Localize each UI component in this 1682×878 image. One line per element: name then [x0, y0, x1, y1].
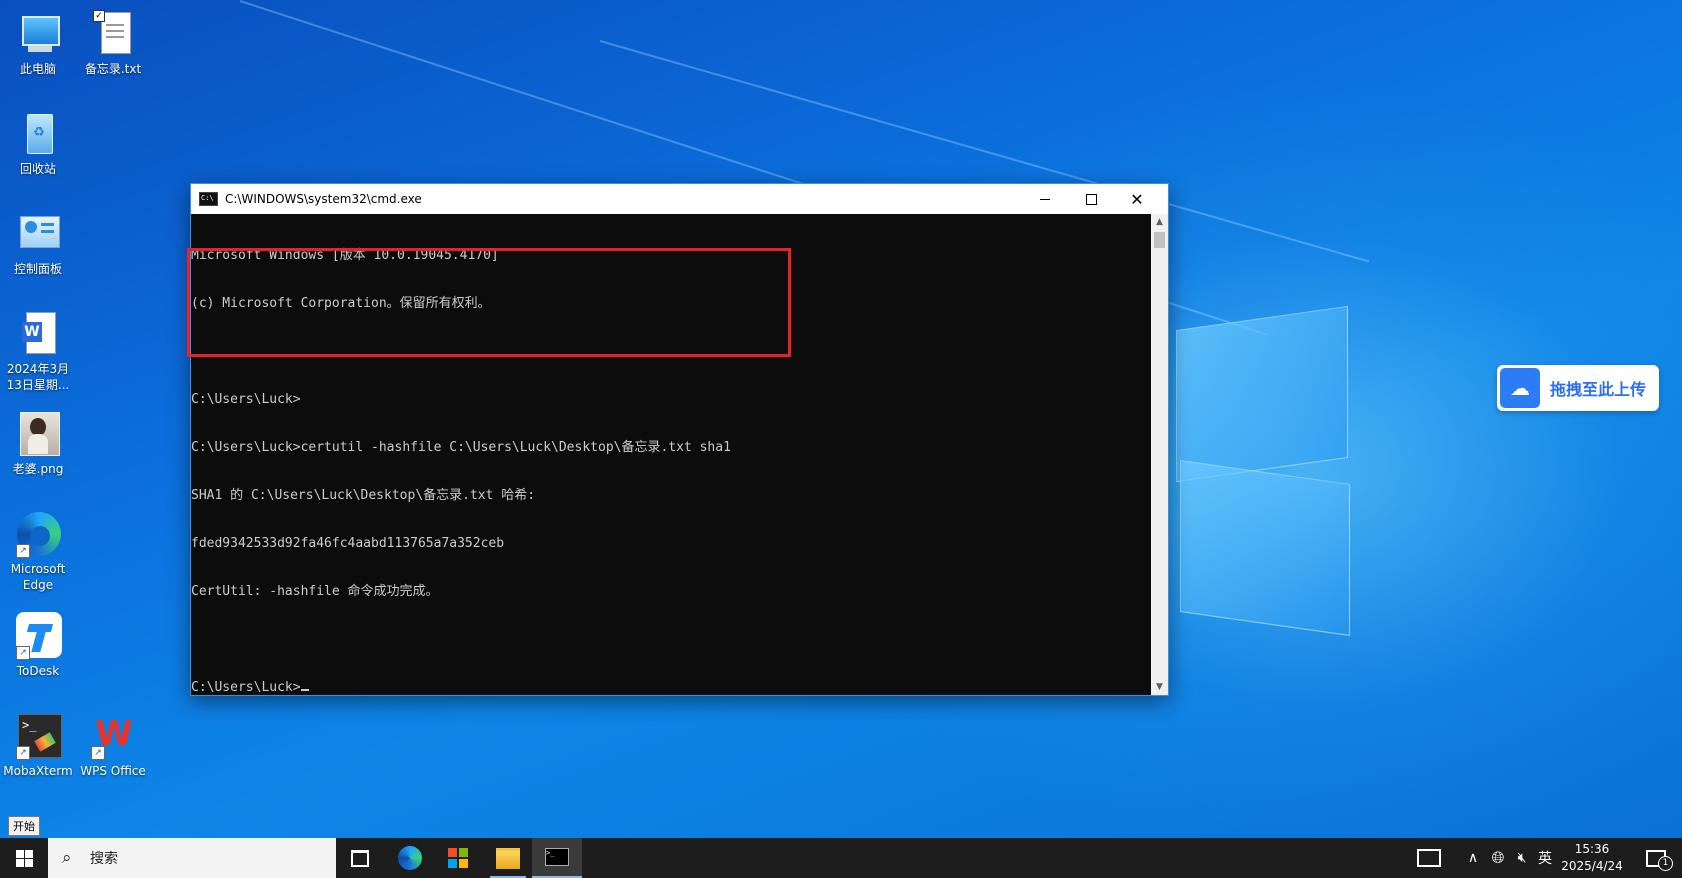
console-line: C:\Users\Luck>: [191, 392, 301, 407]
shortcut-arrow-icon: ↗: [16, 544, 30, 558]
desktop-icon-edge[interactable]: ↗ Microsoft Edge: [1, 510, 75, 593]
wallpaper-logo-pane: [1180, 460, 1350, 636]
folder-icon: [496, 847, 520, 869]
desktop-icon-label: 此电脑: [19, 62, 56, 76]
desktop-icon-todesk[interactable]: ↗ ToDesk: [1, 612, 75, 679]
todesk-icon: ↗: [14, 612, 62, 660]
image-thumbnail-icon: [14, 410, 62, 458]
taskbar-clock[interactable]: 15:36 2025/4/24: [1552, 841, 1632, 875]
taskbar: ⌕ 搜索 >_ ∧ 🌐︎ 🔇︎ 英 15:36 2025/4/24 1: [0, 838, 1682, 878]
show-hidden-icons-button[interactable]: ∧: [1462, 838, 1484, 878]
scroll-up-button[interactable]: ▲: [1151, 214, 1168, 230]
upload-dropzone[interactable]: ☁ 拖拽至此上传: [1497, 365, 1659, 411]
shortcut-arrow-icon: ↗: [16, 746, 30, 760]
taskbar-search-box[interactable]: ⌕ 搜索: [48, 838, 336, 878]
vertical-scrollbar[interactable]: ▲ ▼: [1151, 214, 1168, 695]
desktop-icon-this-pc[interactable]: 此电脑: [1, 10, 75, 77]
desktop-icon-label: MobaXterm: [3, 764, 73, 778]
windows-logo-icon: [15, 849, 33, 867]
minimize-button[interactable]: [1022, 184, 1068, 214]
highlight-box: [187, 248, 791, 357]
cloud-upload-icon: ☁: [1500, 368, 1540, 408]
desktop-icon-mobaxterm[interactable]: >_ ↗ MobaXterm: [1, 712, 75, 779]
desktop-icon-word-doc[interactable]: W 2024年3月13日星期...: [1, 310, 75, 393]
start-button[interactable]: [0, 838, 48, 878]
desktop-icon-label: 回收站: [19, 162, 56, 176]
shortcut-arrow-icon: ↗: [16, 646, 30, 660]
task-view-icon: [351, 849, 369, 867]
start-tooltip: 开始: [8, 816, 40, 836]
desktop-icon-label: 控制面板: [13, 262, 62, 276]
scroll-down-button[interactable]: ▼: [1151, 679, 1168, 695]
desktop-icon-photo-png[interactable]: 老婆.png: [1, 410, 75, 477]
maximize-button[interactable]: [1068, 184, 1114, 214]
clock-date: 2025/4/24: [1561, 859, 1623, 873]
edge-icon: ↗: [14, 510, 62, 558]
console-icon: >_: [545, 848, 569, 866]
desktop-icon-label: WPS Office: [80, 764, 146, 778]
desktop-icon-label: Microsoft Edge: [10, 562, 66, 592]
console-line: SHA1 的 C:\Users\Luck\Desktop\备忘录.txt 哈希:: [191, 488, 536, 503]
desktop-icon-label: 老婆.png: [12, 462, 64, 476]
scroll-thumb[interactable]: [1154, 232, 1165, 248]
console-prompt-line[interactable]: C:\Users\Luck>: [191, 680, 1151, 695]
desktop-icon-label: ToDesk: [16, 664, 60, 678]
desktop-icon-memo-txt[interactable]: ✓ 备忘录.txt: [76, 10, 150, 77]
desktop-icon-label: 2024年3月13日星期...: [6, 362, 70, 392]
window-title: C:\WINDOWS\system32\cmd.exe: [225, 192, 422, 206]
search-icon: ⌕: [62, 848, 72, 868]
mobaxterm-icon: >_ ↗: [14, 712, 62, 760]
console-line: CertUtil: -hashfile 命令成功完成。: [191, 584, 439, 599]
console-line: fded9342533d92fa46fc4aabd113765a7a352ceb: [191, 536, 505, 551]
taskbar-file-explorer[interactable]: [484, 838, 532, 878]
close-button[interactable]: ✕: [1114, 184, 1160, 214]
cmd-title-bar[interactable]: C:\ C:\WINDOWS\system32\cmd.exe ✕: [191, 184, 1168, 214]
taskbar-cmd[interactable]: >_: [532, 838, 582, 878]
notification-center-button[interactable]: 1: [1636, 838, 1676, 878]
wallpaper-logo-pane: [1176, 305, 1348, 483]
recycle-bin-icon: ♻: [14, 110, 62, 158]
control-panel-icon: [14, 210, 62, 258]
upload-label: 拖拽至此上传: [1550, 380, 1647, 399]
taskbar-store[interactable]: [434, 838, 482, 878]
task-view-button[interactable]: [336, 838, 384, 878]
notification-badge: 1: [1658, 856, 1673, 871]
text-cursor: [300, 689, 309, 691]
console-prompt: C:\Users\Luck>: [191, 680, 301, 695]
clock-time: 15:36: [1574, 842, 1610, 856]
desktop-icon-wps-office[interactable]: W ↗ WPS Office: [76, 712, 150, 779]
store-icon: [448, 848, 468, 868]
shortcut-arrow-icon: ↗: [91, 746, 105, 760]
input-method-label: 英: [1538, 851, 1552, 867]
network-button[interactable]: 🌐︎: [1486, 838, 1510, 878]
volume-button[interactable]: 🔇︎: [1510, 838, 1534, 878]
chevron-up-icon: ∧: [1467, 850, 1479, 866]
maximize-icon: [1085, 193, 1097, 205]
edge-icon: [398, 846, 422, 870]
computer-icon: [14, 10, 62, 58]
desktop-icon-recycle-bin[interactable]: ♻ 回收站: [1, 110, 75, 177]
close-icon: ✕: [1130, 189, 1144, 209]
globe-icon: 🌐︎: [1491, 848, 1505, 867]
console-line: C:\Users\Luck>certutil -hashfile C:\User…: [191, 440, 731, 455]
desktop-icon-label: 备忘录.txt: [84, 62, 142, 76]
news-icon: [1417, 849, 1441, 867]
taskbar-edge[interactable]: [386, 838, 434, 878]
search-placeholder: 搜索: [90, 851, 118, 867]
text-file-icon: ✓: [89, 10, 137, 58]
news-widget-button[interactable]: [1414, 838, 1444, 878]
checkbox-icon: ✓: [93, 10, 105, 22]
word-document-icon: W: [14, 310, 62, 358]
volume-muted-icon: 🔇︎: [1517, 850, 1527, 866]
wps-office-icon: W ↗: [89, 712, 137, 760]
minimize-icon: [1040, 198, 1050, 200]
desktop-icon-control-panel[interactable]: 控制面板: [1, 210, 75, 277]
console-icon: C:\: [199, 192, 218, 206]
